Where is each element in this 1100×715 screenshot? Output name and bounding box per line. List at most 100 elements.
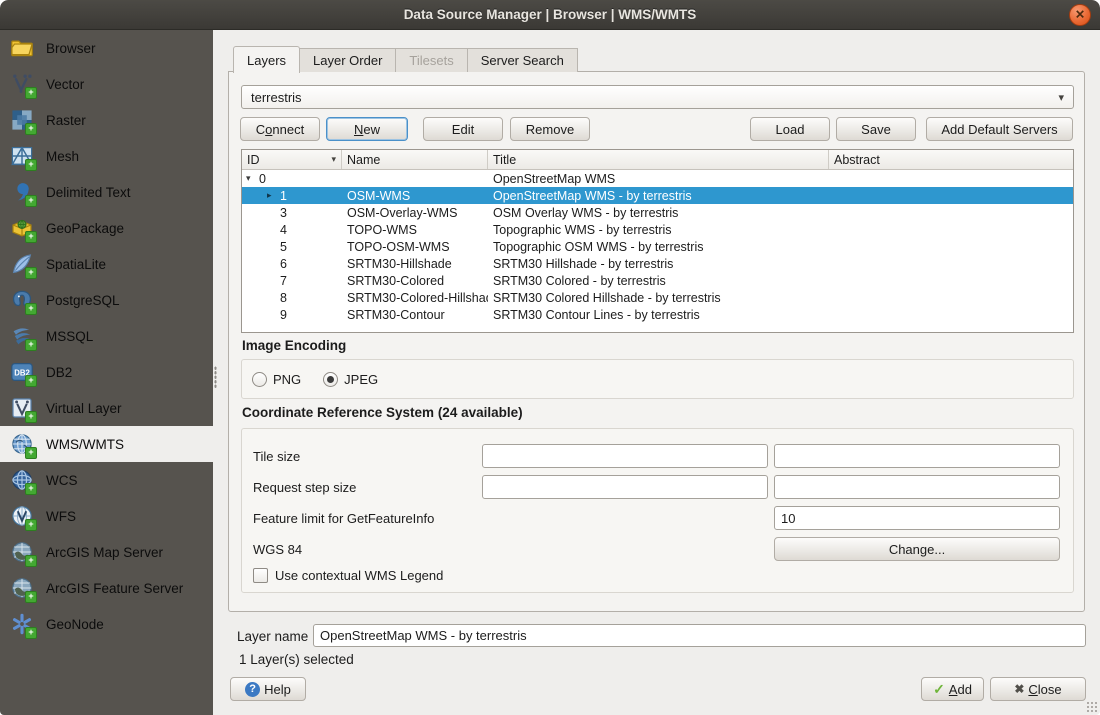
sidebar-item-vector[interactable]: +Vector <box>0 66 213 102</box>
add-plus-badge-icon: + <box>25 303 37 315</box>
request-step-label: Request step size <box>253 475 356 499</box>
crs-group: Tile size Request step size Feature limi… <box>241 428 1074 593</box>
sidebar-item-mssql[interactable]: +MSSQL <box>0 318 213 354</box>
radio-checked-icon <box>323 372 338 387</box>
add-default-servers-button[interactable]: Add Default Servers <box>926 117 1073 141</box>
save-button[interactable]: Save <box>836 117 916 141</box>
change-crs-button[interactable]: Change... <box>774 537 1060 561</box>
column-header-title[interactable]: Title <box>488 150 829 169</box>
remove-button[interactable]: Remove <box>510 117 590 141</box>
help-icon: ? <box>245 682 260 697</box>
layer-name-input[interactable] <box>313 624 1086 647</box>
button-label: Load <box>776 122 805 137</box>
virtual-layer-icon: + <box>10 396 34 420</box>
sidebar-item-browser[interactable]: Browser <box>0 30 213 66</box>
sidebar-item-wfs[interactable]: +WFS <box>0 498 213 534</box>
sidebar-item-delimited-text[interactable]: + Delimited Text <box>0 174 213 210</box>
feature-limit-input[interactable] <box>774 506 1060 530</box>
tab-label: Server Search <box>481 53 564 68</box>
arcgis-map-server-icon: + <box>10 540 34 564</box>
table-row[interactable]: ▸9SRTM30-ContourSRTM30 Contour Lines - b… <box>242 306 1073 323</box>
sidebar-item-label: SpatiaLite <box>46 257 106 272</box>
sidebar-item-geonode[interactable]: + GeoNode <box>0 606 213 642</box>
server-connection-select[interactable]: terrestris ▾ <box>241 85 1074 109</box>
column-header-abstract[interactable]: Abstract <box>829 150 1073 169</box>
sidebar-item-virtual-layer[interactable]: +Virtual Layer <box>0 390 213 426</box>
column-header-name[interactable]: Name <box>342 150 488 169</box>
tab-layers[interactable]: Layers <box>233 46 300 73</box>
checkbox-icon <box>253 568 268 583</box>
resize-grip[interactable] <box>1086 701 1097 712</box>
connect-button[interactable]: Connect <box>240 117 320 141</box>
sidebar-item-label: Delimited Text <box>46 185 131 200</box>
sidebar-item-arcgis-map-server[interactable]: +ArcGIS Map Server <box>0 534 213 570</box>
close-button[interactable]: ✖ Close <box>990 677 1086 701</box>
tab-label: Layer Order <box>313 53 382 68</box>
column-header-id[interactable]: ID▾ <box>242 150 342 169</box>
add-plus-badge-icon: + <box>25 87 37 99</box>
postgresql-icon: + <box>10 288 34 312</box>
cell-id-value: 8 <box>280 291 287 305</box>
add-plus-badge-icon: + <box>25 339 37 351</box>
add-plus-badge-icon: + <box>25 411 37 423</box>
sidebar-item-wcs[interactable]: +WCS <box>0 462 213 498</box>
contextual-legend-checkbox[interactable]: Use contextual WMS Legend <box>253 568 443 583</box>
sidebar-item-spatialite[interactable]: + SpatiaLite <box>0 246 213 282</box>
table-row[interactable]: ▸1OSM-WMSOpenStreetMap WMS - by terrestr… <box>242 187 1073 204</box>
expander-open-icon[interactable]: ▾ <box>246 173 259 184</box>
expander-closed-icon[interactable]: ▸ <box>267 190 280 201</box>
sidebar-item-arcgis-feature-server[interactable]: +ArcGIS Feature Server <box>0 570 213 606</box>
check-icon: ✓ <box>933 681 945 698</box>
splitter-handle[interactable] <box>214 366 217 388</box>
table-row[interactable]: ▸3OSM-Overlay-WMSOSM Overlay WMS - by te… <box>242 204 1073 221</box>
tile-height-input[interactable] <box>774 444 1060 468</box>
load-button[interactable]: Load <box>750 117 830 141</box>
table-row[interactable]: ▸6SRTM30-HillshadeSRTM30 Hillshade - by … <box>242 255 1073 272</box>
data-source-manager-window: Data Source Manager | Browser | WMS/WMTS… <box>0 0 1100 715</box>
sidebar-item-label: WMS/WMTS <box>46 437 124 452</box>
tab-server-search[interactable]: Server Search <box>467 48 578 72</box>
radio-option-jpeg[interactable]: JPEG <box>323 372 378 387</box>
sidebar-item-label: GeoNode <box>46 617 104 632</box>
edit-button[interactable]: Edit <box>423 117 503 141</box>
button-label: New <box>354 122 380 137</box>
sidebar-item-geopackage[interactable]: +GeoPackage <box>0 210 213 246</box>
sidebar-item-wms-wmts[interactable]: +WMS/WMTS <box>0 426 213 462</box>
help-button[interactable]: ? Help <box>230 677 306 701</box>
sidebar-item-label: Mesh <box>46 149 79 164</box>
titlebar[interactable]: Data Source Manager | Browser | WMS/WMTS… <box>0 0 1100 30</box>
tab-layer-order[interactable]: Layer Order <box>299 48 396 72</box>
table-row[interactable]: ▾0OpenStreetMap WMS <box>242 170 1073 187</box>
table-row[interactable]: ▸8SRTM30-Colored-HillshadeSRTM30 Colored… <box>242 289 1073 306</box>
db2-icon: DB2+ <box>10 360 34 384</box>
request-step-width-input[interactable] <box>482 475 768 499</box>
radio-label: JPEG <box>344 372 378 387</box>
cell-id: ▸9 <box>242 308 342 322</box>
cell-title: OSM Overlay WMS - by terrestris <box>488 206 829 220</box>
add-button[interactable]: ✓ Add <box>921 677 984 701</box>
geonode-icon: + <box>10 612 34 636</box>
request-step-height-input[interactable] <box>774 475 1060 499</box>
add-plus-badge-icon: + <box>25 195 37 207</box>
table-row[interactable]: ▸5TOPO-OSM-WMSTopographic OSM WMS - by t… <box>242 238 1073 255</box>
window-close-button[interactable]: ✕ <box>1069 4 1091 26</box>
table-row[interactable]: ▸4TOPO-WMSTopographic WMS - by terrestri… <box>242 221 1073 238</box>
radio-option-png[interactable]: PNG <box>252 372 301 387</box>
browser-icon <box>10 36 34 60</box>
cell-id: ▸5 <box>242 240 342 254</box>
add-plus-badge-icon: + <box>25 267 37 279</box>
cell-id: ▸6 <box>242 257 342 271</box>
table-row[interactable]: ▸7SRTM30-ColoredSRTM30 Colored - by terr… <box>242 272 1073 289</box>
cell-id: ▸3 <box>242 206 342 220</box>
add-plus-badge-icon: + <box>25 555 37 567</box>
wfs-icon: + <box>10 504 34 528</box>
tile-width-input[interactable] <box>482 444 768 468</box>
cell-id-value: 6 <box>280 257 287 271</box>
sidebar-item-db2[interactable]: DB2+DB2 <box>0 354 213 390</box>
new-button[interactable]: New <box>326 117 408 141</box>
raster-icon: + <box>10 108 34 132</box>
cell-title: OpenStreetMap WMS <box>488 172 829 186</box>
sidebar-item-postgresql[interactable]: +PostgreSQL <box>0 282 213 318</box>
sidebar-item-mesh[interactable]: +Mesh <box>0 138 213 174</box>
sidebar-item-raster[interactable]: +Raster <box>0 102 213 138</box>
